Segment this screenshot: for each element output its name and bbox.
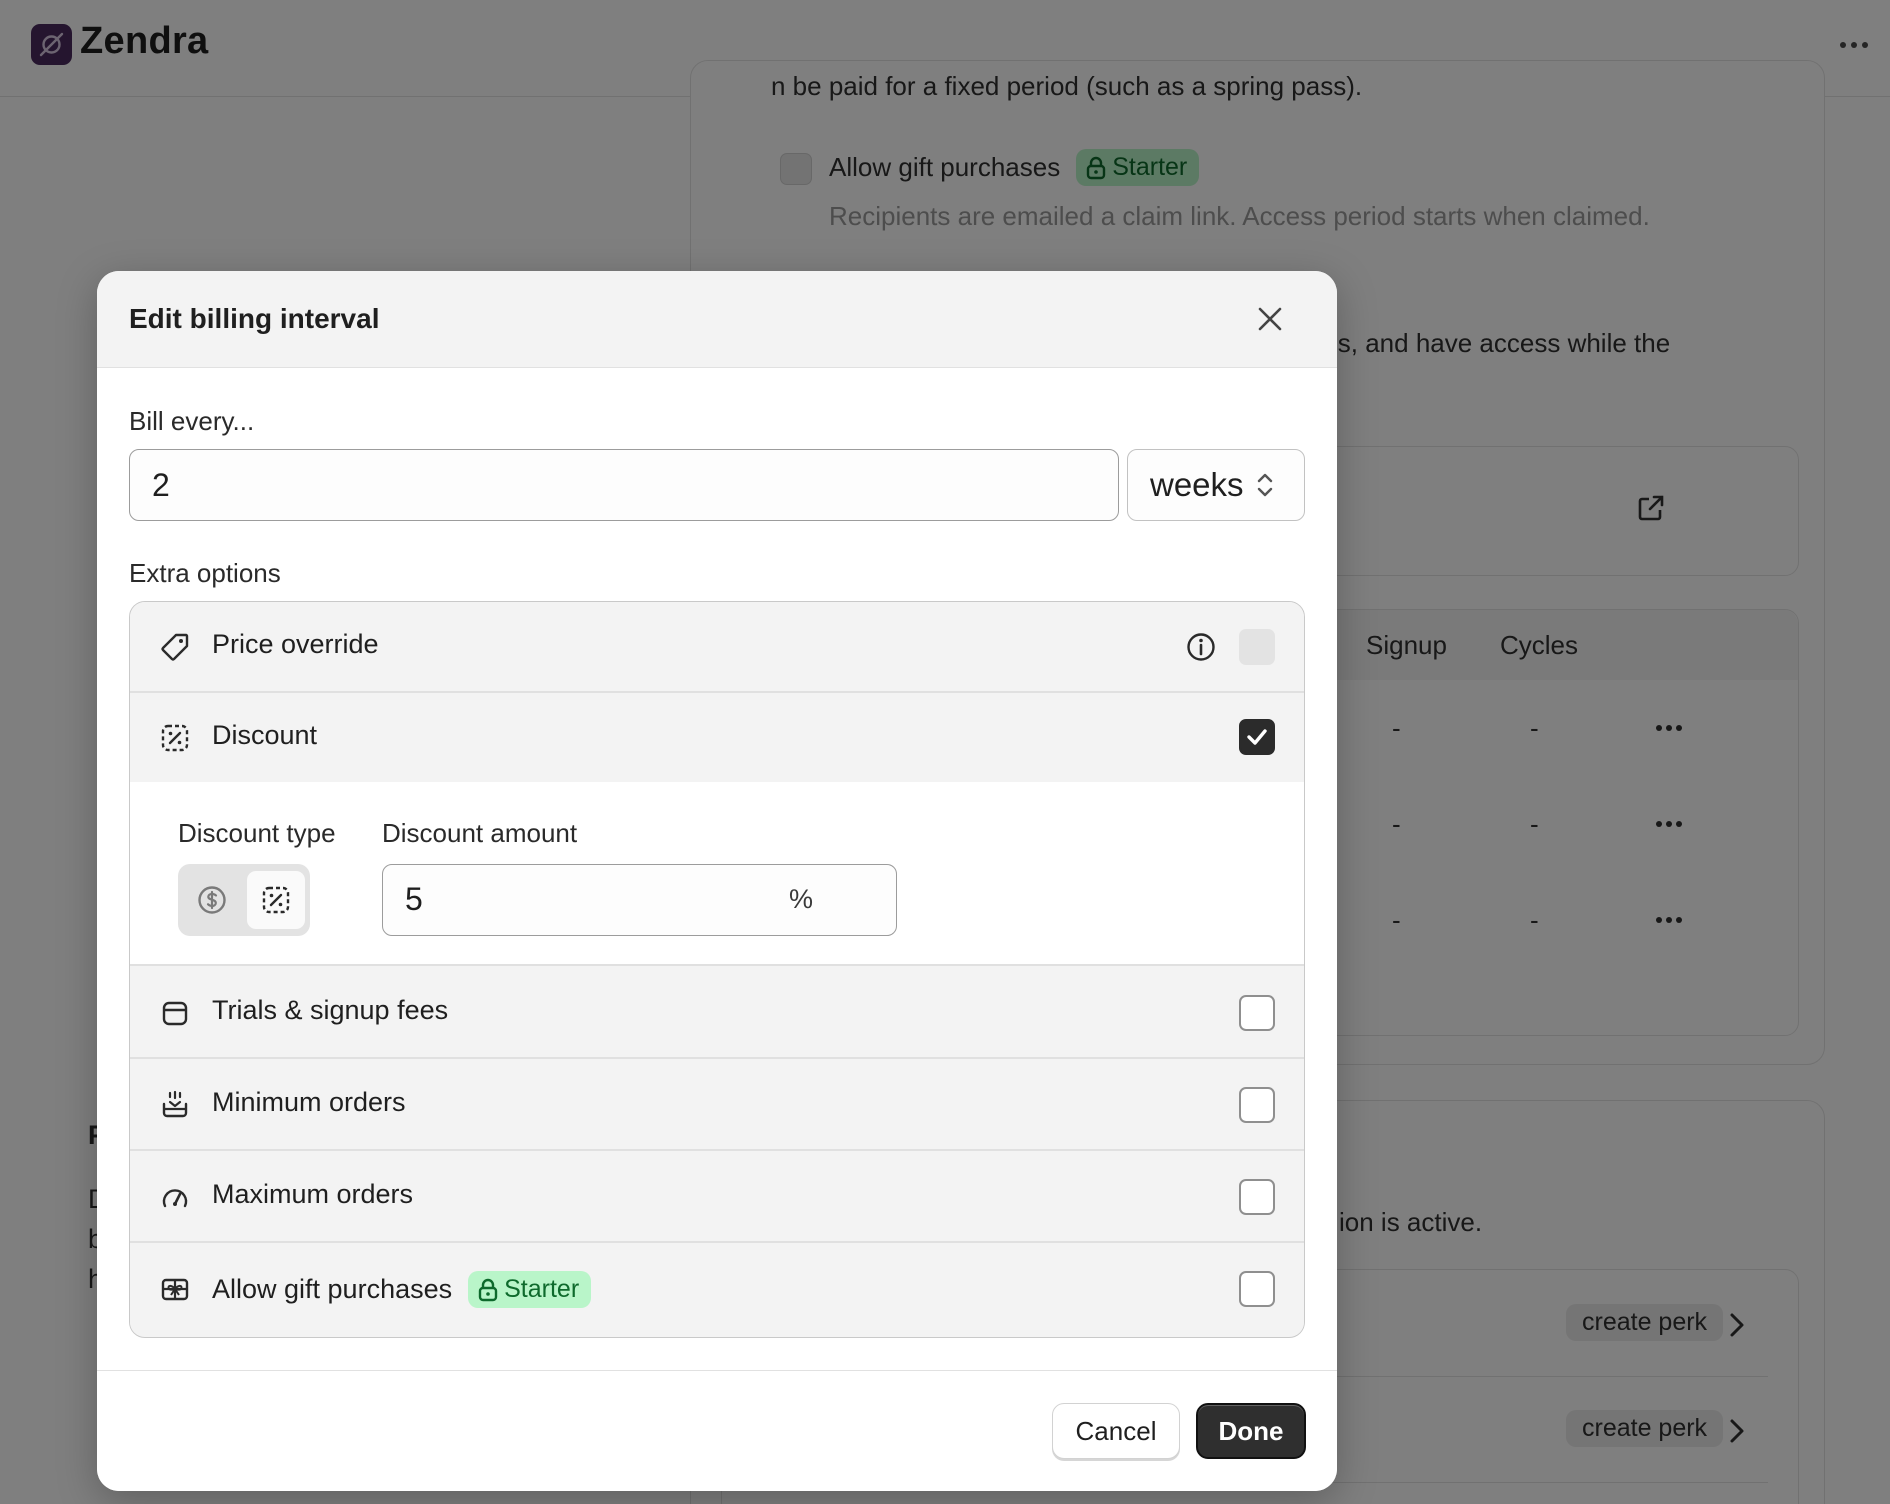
gauge-icon xyxy=(162,1189,188,1208)
discount-settings-panel: Discount type Discount amount 5 % xyxy=(130,782,1304,966)
extra-options-label: Extra options xyxy=(129,558,281,588)
option-discount[interactable]: Discount xyxy=(130,693,1304,782)
bill-every-label: Bill every... xyxy=(129,406,255,436)
discount-type-label: Discount type xyxy=(178,818,336,848)
calendar-icon xyxy=(162,1001,188,1026)
option-label: Trials & signup fees xyxy=(212,995,449,1025)
lock-icon xyxy=(478,1278,498,1301)
option-price-override[interactable]: Price override xyxy=(130,602,1304,693)
option-maximum-orders[interactable]: Maximum orders xyxy=(130,1152,1304,1243)
gift-purchases-checkbox[interactable] xyxy=(1239,1271,1275,1307)
option-label: Allow gift purchases xyxy=(212,1274,453,1304)
option-allow-gift-purchases[interactable]: Allow gift purchases Starter xyxy=(130,1244,1304,1335)
percentage-option[interactable] xyxy=(247,871,305,929)
price-tag-icon xyxy=(161,633,189,661)
price-override-checkbox[interactable] xyxy=(1239,629,1275,665)
option-minimum-orders[interactable]: Minimum orders xyxy=(130,1060,1304,1151)
chevron-up-down-icon xyxy=(1257,473,1272,497)
modal-title: Edit billing interval xyxy=(129,303,380,334)
percent-suffix: % xyxy=(789,884,814,914)
extra-options-list: Price override Discount Discount type Di… xyxy=(129,601,1305,1338)
modal-header: Edit billing interval xyxy=(97,271,1337,368)
discount-icon xyxy=(161,724,189,752)
info-icon[interactable] xyxy=(1186,632,1216,662)
option-label: Maximum orders xyxy=(212,1179,414,1209)
maximum-orders-checkbox[interactable] xyxy=(1239,1179,1275,1215)
interval-unit-select[interactable]: weeks xyxy=(1127,449,1305,521)
percent-icon xyxy=(262,886,290,914)
discount-amount-value: 5 xyxy=(405,881,423,917)
checkmark-icon xyxy=(1247,729,1267,745)
modal-footer: Cancel Done xyxy=(97,1370,1337,1491)
interval-unit-value: weeks xyxy=(1150,466,1244,503)
fixed-amount-option[interactable] xyxy=(183,871,241,929)
option-label: Discount xyxy=(212,720,318,750)
interval-count-input[interactable]: 2 xyxy=(129,449,1119,521)
discount-amount-label: Discount amount xyxy=(382,818,578,848)
edit-billing-interval-modal: Edit billing interval Bill every... 2 we… xyxy=(97,271,1337,1491)
minimum-orders-checkbox[interactable] xyxy=(1239,1087,1275,1123)
done-button[interactable]: Done xyxy=(1196,1403,1306,1459)
minimum-orders-icon xyxy=(162,1090,188,1118)
discount-type-toggle xyxy=(178,864,310,936)
gift-icon xyxy=(161,1278,189,1301)
option-label-with-badge: Allow gift purchases Starter xyxy=(212,1271,592,1308)
cancel-button[interactable]: Cancel xyxy=(1052,1403,1180,1459)
option-label: Minimum orders xyxy=(212,1087,406,1117)
discount-amount-input[interactable]: 5 % xyxy=(382,864,897,936)
close-icon xyxy=(1258,307,1282,331)
option-trials-signup-fees[interactable]: Trials & signup fees xyxy=(130,968,1304,1059)
close-button[interactable] xyxy=(1250,299,1290,339)
option-label: Price override xyxy=(212,629,379,659)
trials-checkbox[interactable] xyxy=(1239,995,1275,1031)
dollar-icon xyxy=(198,886,226,914)
discount-checkbox[interactable] xyxy=(1239,719,1275,755)
starter-plan-badge: Starter xyxy=(468,1271,592,1308)
